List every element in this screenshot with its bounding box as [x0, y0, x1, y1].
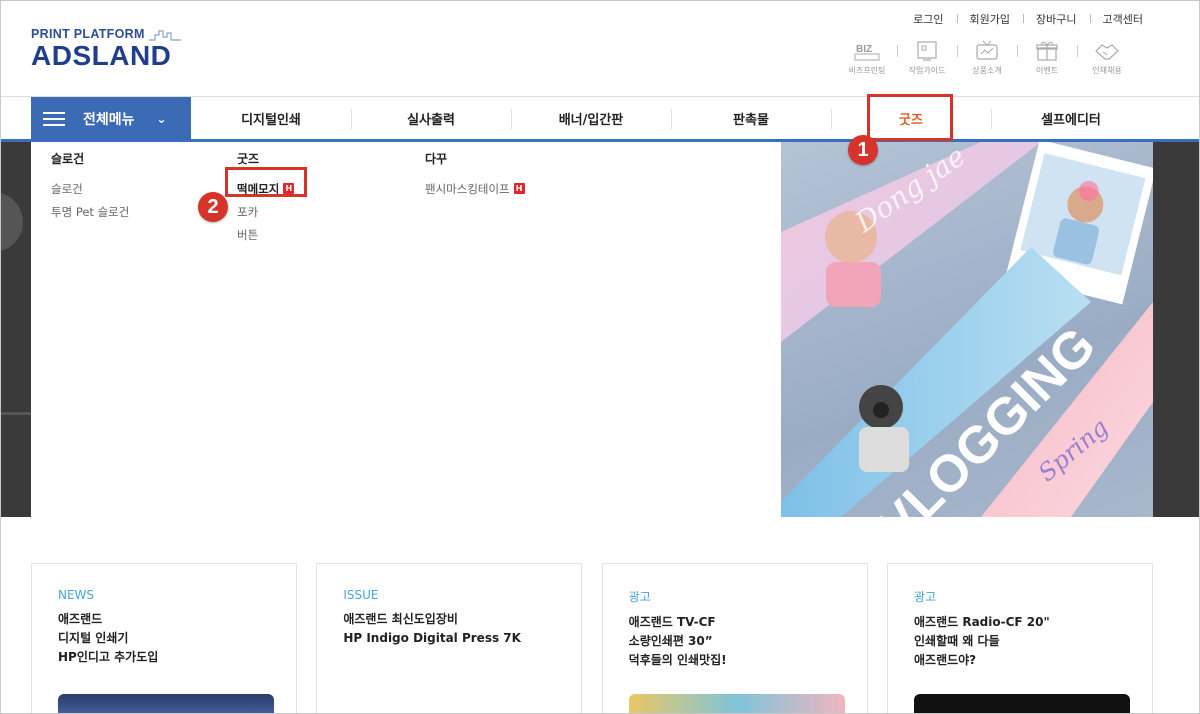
news-card[interactable]: ISSUE 애즈랜드 최신도입장비 HP Indigo Digital Pres…	[316, 563, 583, 713]
quick-label: 인재채용	[1092, 66, 1122, 75]
news-card[interactable]: 광고 애즈랜드 TV-CF 소량인쇄편 30” 덕후들의 인쇄맛집!	[601, 563, 868, 713]
gift-icon	[1036, 41, 1058, 61]
news-text: 애즈랜드 TV-CF 소량인쇄편 30” 덕후들의 인쇄맛집!	[628, 615, 727, 667]
all-menu-label: 전체메뉴	[83, 111, 135, 128]
step-marker-2: 2	[198, 192, 228, 222]
menu-item-label: 팬시마스킹테이프	[425, 181, 510, 196]
news-tag: 광고	[913, 590, 937, 604]
all-menu-button[interactable]: 전체메뉴 ⌄	[31, 97, 191, 140]
quick-label: 작업가이드	[908, 66, 946, 75]
nav-item-self-editor[interactable]: 셀프에디터	[991, 97, 1151, 140]
menu-item-masking-tape[interactable]: 팬시마스킹테이프 H	[425, 177, 525, 200]
logo-subtitle: PRINT PLATFORM	[31, 27, 181, 41]
quick-recruit[interactable]: 인재채용	[1077, 39, 1137, 76]
goods-banner-image[interactable]: Dong jae VLOGGING Spring	[781, 142, 1153, 517]
nav-item-banner-stand[interactable]: 배너/입간판	[511, 97, 671, 140]
nav-item-large-format[interactable]: 실사출력	[351, 97, 511, 140]
main-nav: 전체메뉴 ⌄ 디지털인쇄 실사출력 배너/입간판 판촉물 굿즈 셀프에디터	[1, 96, 1199, 142]
news-tag: ISSUE	[343, 588, 379, 602]
menu-item-photocard[interactable]: 포카	[237, 200, 294, 223]
menu-column-goods: 굿즈 떡메모지 H 포카 버튼	[237, 150, 295, 246]
highlight-box-memo-pad	[225, 167, 307, 197]
guide-icon	[917, 41, 937, 61]
step-marker-1: 1	[848, 135, 878, 165]
banner-illustration: Dong jae VLOGGING Spring	[781, 142, 1153, 517]
handshake-icon	[1095, 44, 1119, 60]
quick-work-guide[interactable]: 작업가이드	[897, 39, 957, 76]
quick-events[interactable]: 이벤트	[1017, 39, 1077, 76]
highlight-box-goods	[867, 94, 953, 141]
background-peek	[1, 193, 31, 415]
mega-menu: 슬로건 슬로건 투명 Pet 슬로건 굿즈 떡메모지 H 포카 버튼 다꾸 팬시…	[31, 142, 781, 517]
biz-icon: BIZ	[854, 44, 880, 61]
customer-center-link[interactable]: 고객센터	[1089, 11, 1143, 27]
nav-item-promo[interactable]: 판촉물	[671, 97, 831, 140]
chevron-down-icon: ⌄	[156, 111, 167, 126]
signup-link[interactable]: 회원가입	[956, 11, 1023, 27]
login-link[interactable]: 로그인	[900, 11, 956, 27]
nav-items: 디지털인쇄 실사출력 배너/입간판 판촉물 굿즈 셀프에디터	[191, 97, 1151, 140]
news-thumbnail	[913, 694, 1130, 713]
menu-column-heading: 다꾸	[425, 152, 448, 166]
top-links: 로그인 회원가입 장바구니 고객센터	[900, 11, 1143, 27]
svg-text:BIZ: BIZ	[856, 44, 872, 55]
menu-item-slogan[interactable]: 슬로건	[51, 177, 129, 200]
news-thumbnail	[58, 694, 274, 713]
news-thumbnail	[628, 694, 845, 713]
menu-item-pet-slogan[interactable]: 투명 Pet 슬로건	[51, 200, 129, 223]
hot-badge: H	[513, 183, 525, 194]
news-text: 애즈랜드 최신도입장비 HP Indigo Digital Press 7K	[343, 612, 521, 645]
page: PRINT PLATFORM ADSLAND 로그인 회원가입 장바구니 고객센…	[0, 0, 1200, 714]
cart-link[interactable]: 장바구니	[1023, 11, 1089, 27]
tv-icon	[976, 40, 998, 60]
news-card[interactable]: 광고 애즈랜드 Radio-CF 20" 인쇄할때 왜 다들 애즈랜드야?	[886, 563, 1153, 713]
menu-column-slogan: 슬로건 슬로건 투명 Pet 슬로건	[51, 150, 129, 223]
news-section: NEWS 애즈랜드 디지털 인쇄기 HP인디고 추가도입 ISSUE 애즈랜드 …	[31, 563, 1153, 713]
news-tag: 광고	[628, 590, 651, 604]
menu-item-button[interactable]: 버튼	[237, 223, 294, 246]
menu-column-deco: 다꾸 팬시마스킹테이프 H	[425, 150, 525, 200]
menu-column-heading: 슬로건	[51, 152, 85, 166]
logo-sub-text: PRINT PLATFORM	[31, 27, 145, 41]
quick-label: 이벤트	[1035, 66, 1059, 75]
quick-links: BIZ 비즈프린팅 작업가이드 상품소개 이벤트 인재채용	[837, 39, 1137, 76]
news-card[interactable]: NEWS 애즈랜드 디지털 인쇄기 HP인디고 추가도입	[31, 563, 297, 713]
nav-item-digital-print[interactable]: 디지털인쇄	[191, 97, 351, 140]
header: PRINT PLATFORM ADSLAND 로그인 회원가입 장바구니 고객센…	[1, 1, 1199, 96]
logo-main-text: ADSLAND	[31, 40, 172, 71]
quick-products[interactable]: 상품소개	[957, 39, 1017, 76]
menu-column-heading: 굿즈	[237, 152, 260, 166]
logo[interactable]: PRINT PLATFORM ADSLAND	[31, 27, 181, 71]
quick-biz-printing[interactable]: BIZ 비즈프린팅	[837, 39, 897, 76]
news-tag: NEWS	[58, 588, 95, 602]
quick-label: 상품소개	[972, 66, 1002, 75]
quick-label: 비즈프린팅	[848, 66, 886, 75]
news-text: 애즈랜드 Radio-CF 20" 인쇄할때 왜 다들 애즈랜드야?	[913, 615, 1050, 667]
hamburger-icon	[43, 108, 65, 130]
news-text: 애즈랜드 디지털 인쇄기 HP인디고 추가도입	[58, 612, 159, 664]
